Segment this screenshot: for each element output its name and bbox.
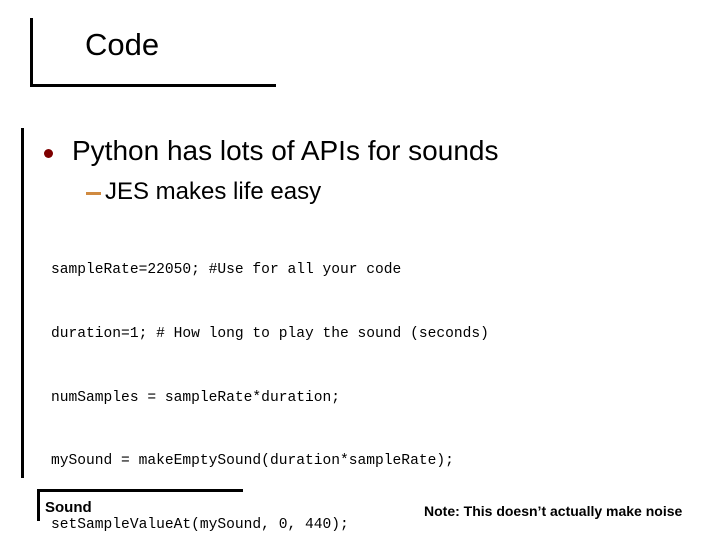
- code-line: mySound = makeEmptySound(duration*sample…: [51, 453, 454, 470]
- code-line: numSamples = sampleRate*duration;: [51, 389, 341, 406]
- footer-note: Note: This doesn’t actually make noise: [424, 503, 683, 519]
- slide-canvas: Code Python has lots of APIs for sounds …: [0, 0, 720, 540]
- body-left-margin-rule: [21, 128, 24, 478]
- footer-frame-horizontal-rule: [37, 489, 243, 492]
- bullet-dash-icon: [86, 192, 101, 195]
- bullet-item-level2: JES makes life easy: [86, 176, 686, 208]
- title-frame-vertical-rule: [30, 18, 33, 86]
- bullet-disc-icon: [44, 149, 53, 158]
- bullet-level1-label: Python has lots of APIs for sounds: [72, 135, 499, 166]
- bullet-level2-label: JES makes life easy: [105, 178, 322, 205]
- slide-title: Code: [85, 27, 160, 62]
- title-frame-horizontal-rule: [30, 84, 276, 87]
- footer-section-label: Sound: [45, 499, 92, 516]
- code-line: duration=1; # How long to play the sound…: [51, 326, 489, 343]
- bullet-item-level1: Python has lots of APIs for sounds: [44, 133, 684, 171]
- footer-frame-vertical-rule: [37, 489, 40, 521]
- code-line: sampleRate=22050; #Use for all your code: [51, 262, 402, 279]
